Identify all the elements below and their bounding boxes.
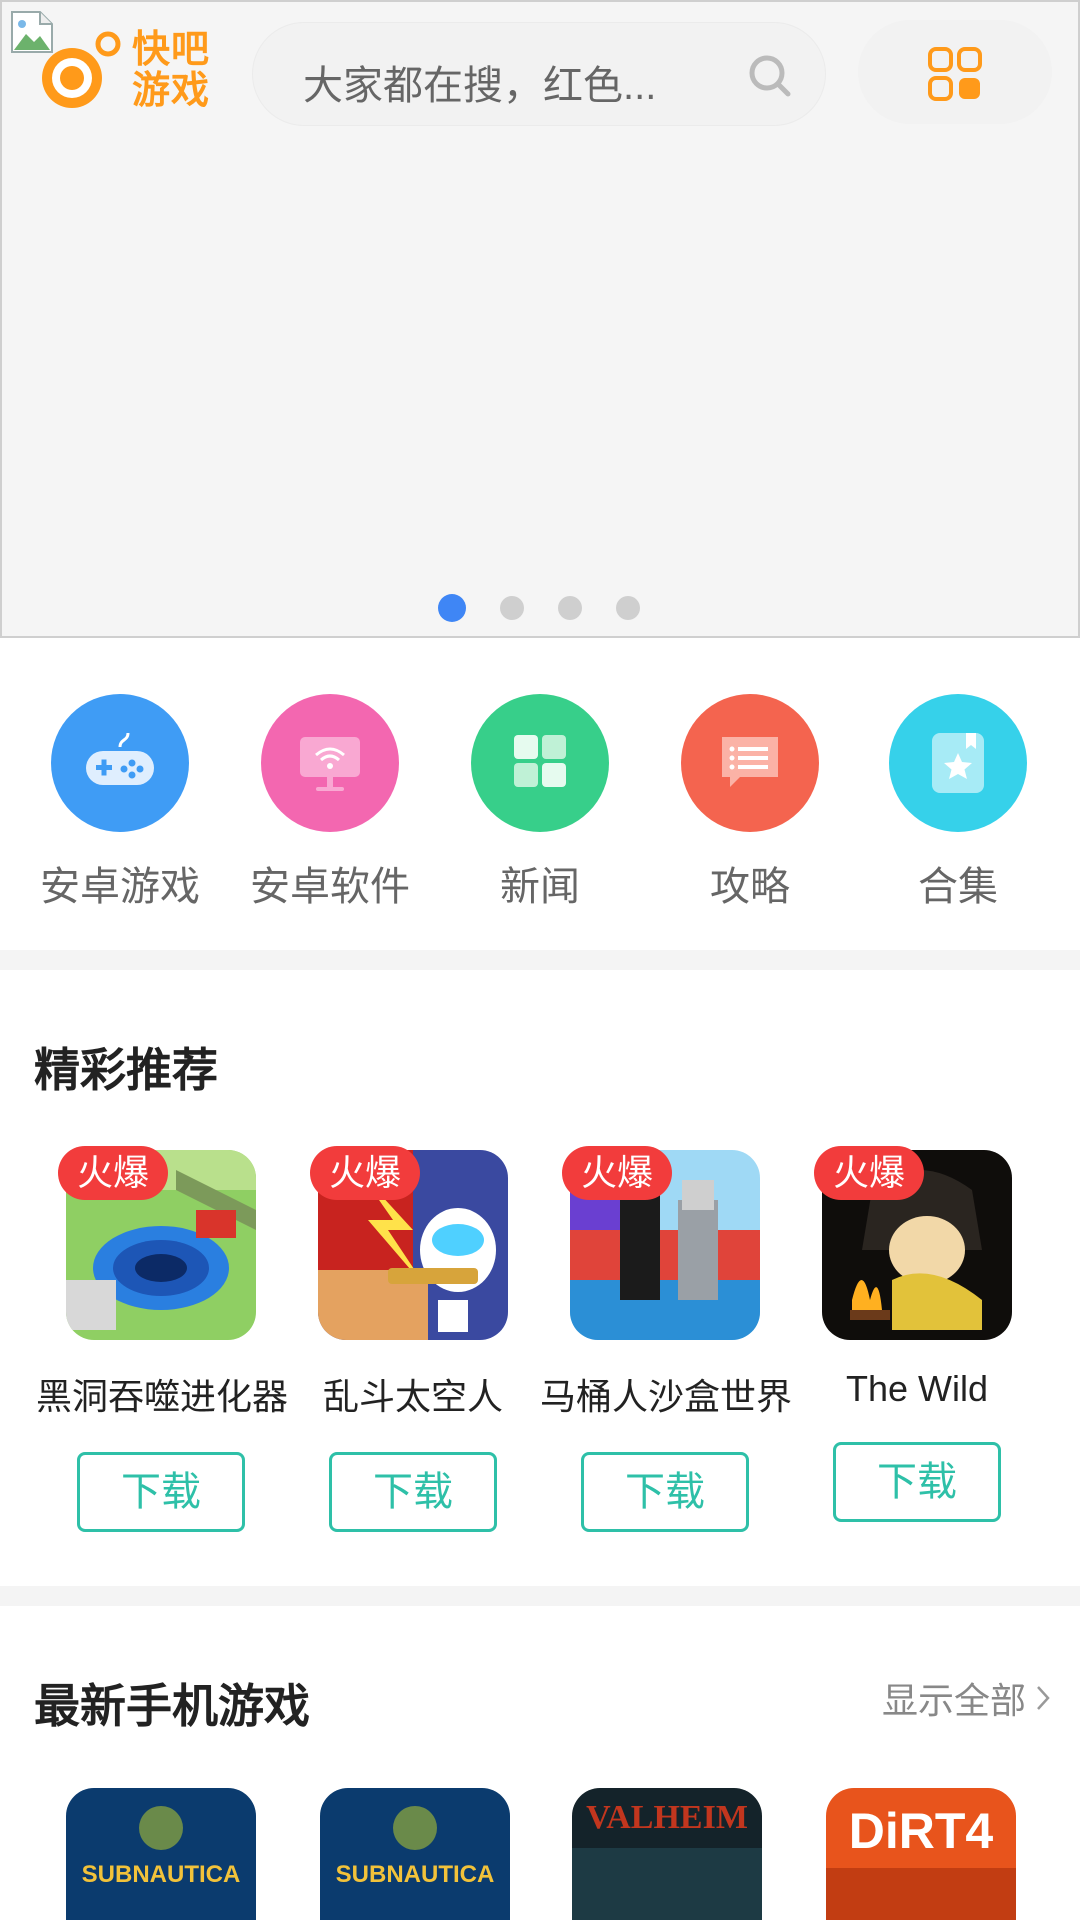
show-all-link[interactable]: 显示全部 [882, 1672, 1050, 1724]
gamepad-icon [51, 694, 189, 832]
carousel-dot[interactable] [438, 594, 466, 622]
grid-icon [471, 694, 609, 832]
carousel-dot[interactable] [616, 596, 640, 620]
show-all-label: 显示全部 [881, 1680, 1026, 1721]
carousel-dot[interactable] [500, 596, 524, 620]
category-label: 合集 [918, 865, 998, 909]
grid-menu-icon [928, 47, 982, 101]
section-divider [0, 1586, 1080, 1606]
game-name[interactable]: The Wild [792, 1368, 1042, 1410]
latest-game-thumbnail[interactable]: SUBNAUTICA [66, 1788, 256, 1920]
logo-text: 快吧游戏 [132, 29, 211, 112]
search-placeholder: 大家都在搜，红色... [303, 64, 657, 108]
category-guides[interactable]: 攻略 [650, 694, 850, 912]
category-android-software[interactable]: 安卓软件 [230, 694, 430, 912]
featured-game-card[interactable]: 火爆 马桶人沙盒世界 下载 [540, 1146, 792, 1532]
featured-game-card[interactable]: 火爆 乱斗太空人 下载 [288, 1146, 538, 1532]
hot-badge: 火爆 [58, 1146, 168, 1200]
search-icon[interactable] [747, 53, 793, 99]
hot-badge: 火爆 [814, 1146, 924, 1200]
latest-game-thumbnail[interactable]: DiRT4 [826, 1788, 1016, 1920]
category-label: 安卓软件 [250, 865, 410, 909]
logo-icon [42, 31, 121, 108]
game-name[interactable]: 马桶人沙盒世界 [540, 1368, 792, 1420]
message-list-icon [681, 694, 819, 832]
game-art-text: SUBNAUTICA [336, 1861, 495, 1888]
download-button[interactable]: 下载 [77, 1452, 245, 1532]
section-divider [0, 950, 1080, 970]
logo[interactable]: 快吧游戏 [36, 30, 226, 114]
carousel-dots [438, 594, 640, 622]
carousel-dot[interactable] [558, 596, 582, 620]
game-art-text: SUBNAUTICA [82, 1861, 241, 1888]
category-label: 安卓游戏 [40, 865, 200, 909]
download-button[interactable]: 下载 [329, 1452, 497, 1532]
menu-button[interactable] [858, 20, 1052, 124]
latest-game-thumbnail[interactable]: VALHEIM [572, 1788, 762, 1920]
monitor-icon [261, 694, 399, 832]
hot-badge: 火爆 [562, 1146, 672, 1200]
latest-game-thumbnail[interactable]: SUBNAUTICA [320, 1788, 510, 1920]
category-nav: 安卓游戏 安卓软件 新闻 攻略 合集 [0, 694, 1080, 909]
chevron-right-icon [1037, 1686, 1050, 1710]
featured-game-card[interactable]: 火爆 黑洞吞噬进化器 下载 [36, 1146, 288, 1532]
category-news[interactable]: 新闻 [440, 694, 640, 912]
download-button[interactable]: 下载 [833, 1442, 1001, 1522]
download-button[interactable]: 下载 [581, 1452, 749, 1532]
category-label: 攻略 [710, 865, 790, 909]
category-label: 新闻 [500, 865, 580, 909]
game-name[interactable]: 乱斗太空人 [288, 1368, 538, 1420]
featured-game-card[interactable]: 火爆 The Wild 下载 [792, 1146, 1042, 1522]
category-collections[interactable]: 合集 [858, 694, 1058, 912]
game-art-text: DiRT4 [849, 1803, 994, 1859]
game-name[interactable]: 黑洞吞噬进化器 [36, 1368, 288, 1420]
star-bookmark-icon [889, 694, 1027, 832]
game-art-text: VALHEIM [586, 1799, 748, 1836]
banner-carousel[interactable]: 快吧游戏 大家都在搜，红色... [0, 0, 1080, 638]
search-bar[interactable]: 大家都在搜，红色... [252, 22, 826, 126]
hot-badge: 火爆 [310, 1146, 420, 1200]
category-android-games[interactable]: 安卓游戏 [20, 694, 220, 912]
latest-title: 最新手机游戏 [34, 1680, 310, 1732]
featured-title: 精彩推荐 [34, 1044, 218, 1096]
